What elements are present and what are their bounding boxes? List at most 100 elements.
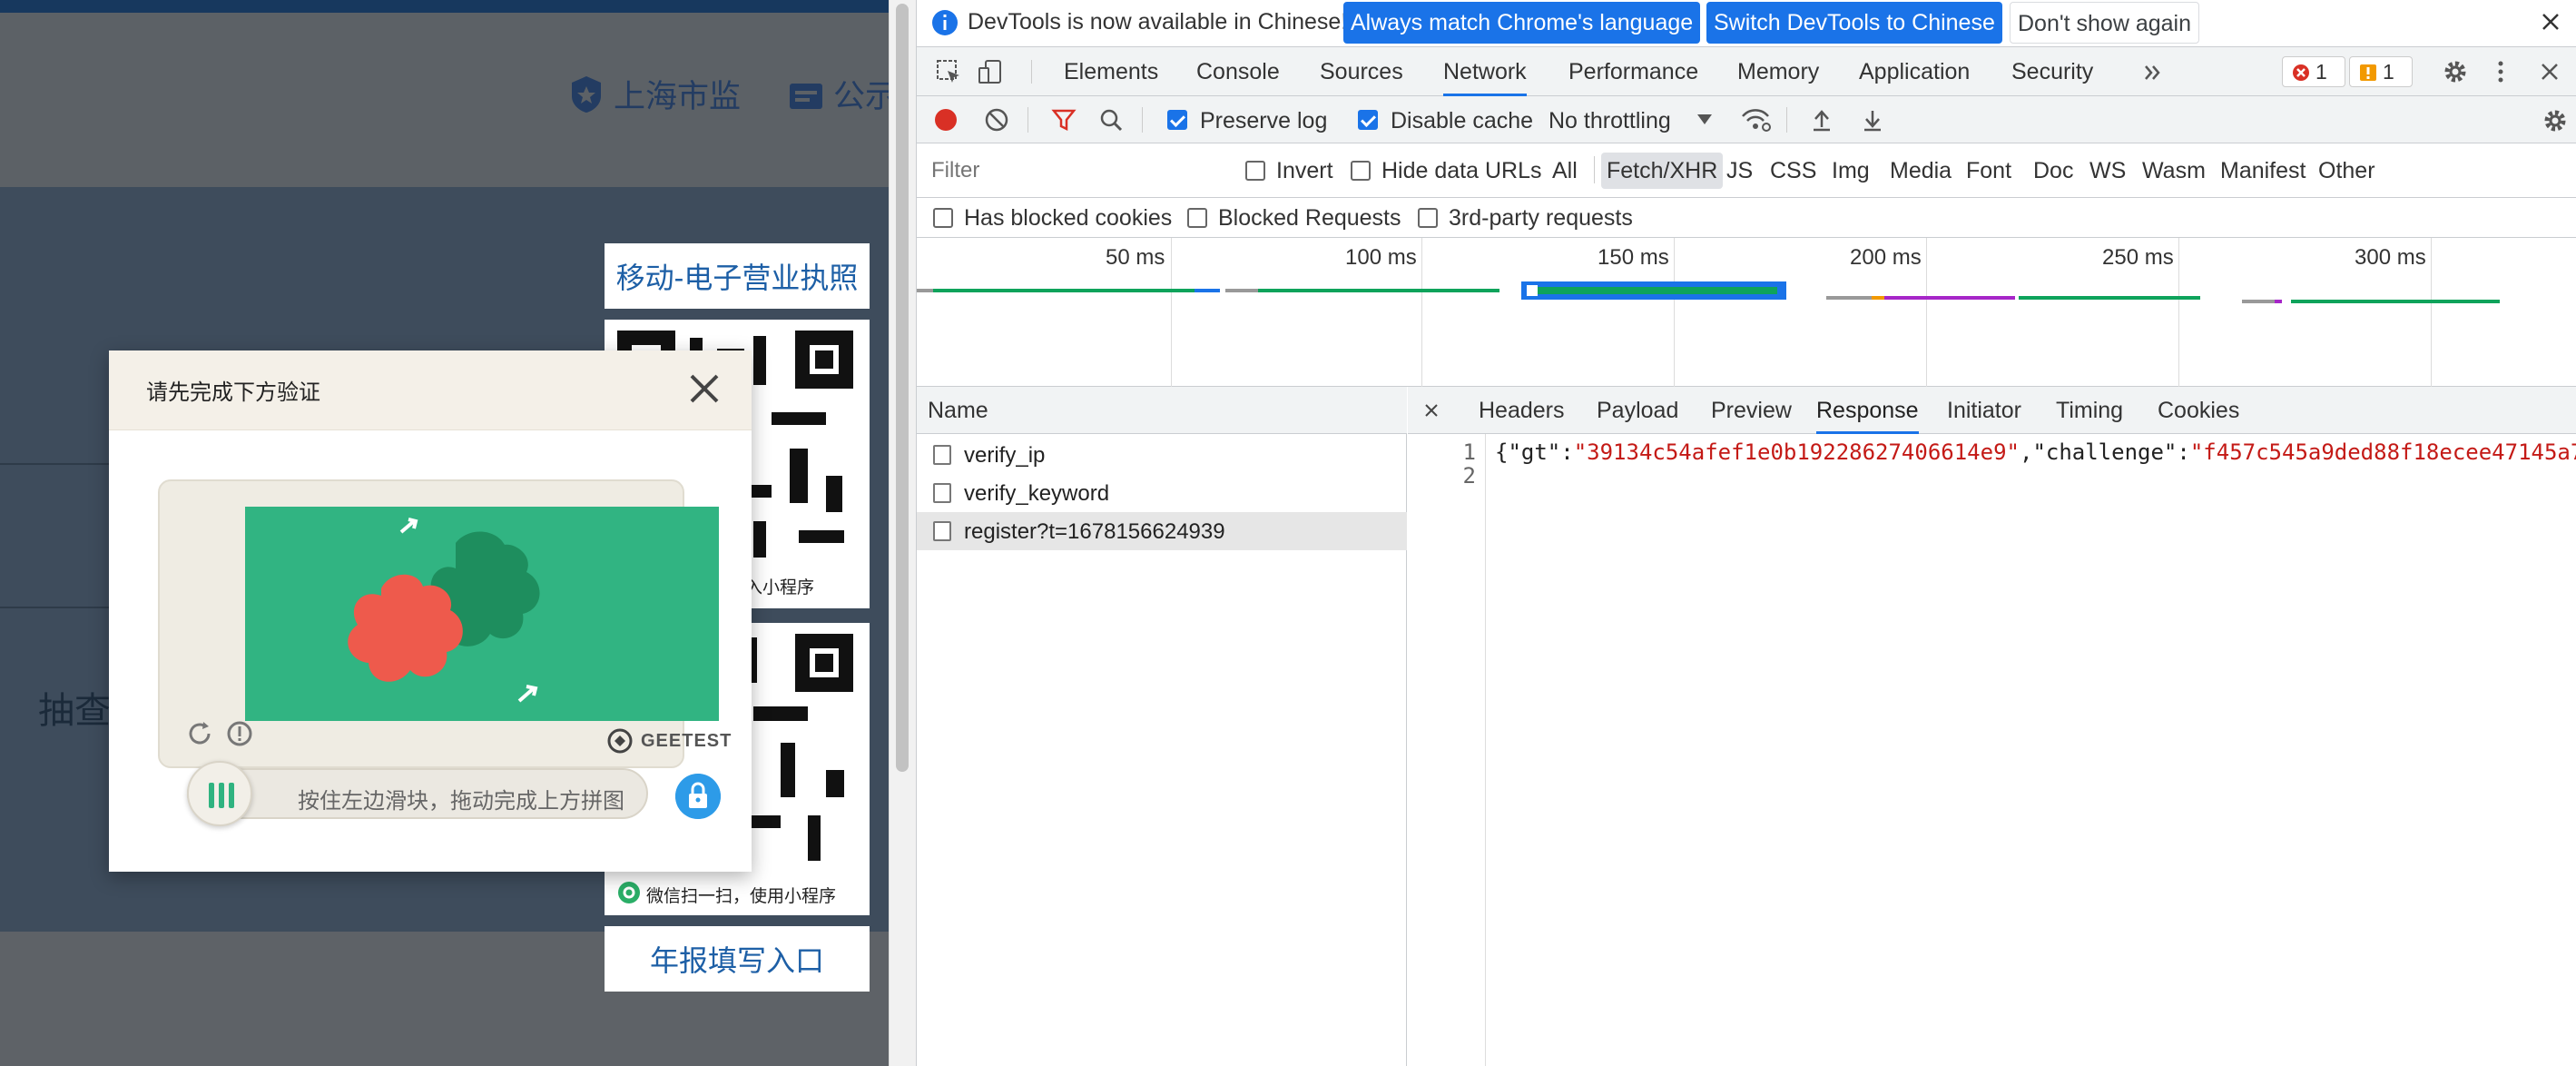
filter-type-media[interactable]: Media <box>1884 153 1957 189</box>
tab-security[interactable]: Security <box>2011 47 2093 96</box>
close-devtools-icon[interactable] <box>2540 62 2560 82</box>
invert-checkbox[interactable] <box>1245 161 1265 181</box>
timeline-bar <box>1826 296 1872 300</box>
mini-program-icon <box>618 882 640 903</box>
tab-preview[interactable]: Preview <box>1711 387 1792 434</box>
clear-icon[interactable] <box>984 107 1009 133</box>
import-har-icon[interactable] <box>1810 107 1834 133</box>
response-body[interactable]: 1 2 {"gt":"39134c54afef1e0b1922862740661… <box>1408 434 2576 1066</box>
timeline-bar <box>917 289 933 292</box>
inspect-element-icon[interactable] <box>935 58 962 85</box>
filter-type-wasm[interactable]: Wasm <box>2137 153 2211 189</box>
tab-console[interactable]: Console <box>1196 47 1280 96</box>
tab-elements[interactable]: Elements <box>1064 47 1158 96</box>
request-name: register?t=1678156624939 <box>964 519 1225 544</box>
code-line: {"gt":"39134c54afef1e0b19228627406614e9"… <box>1495 439 2576 465</box>
filter-type-ws[interactable]: WS <box>2084 153 2131 189</box>
tab-performance[interactable]: Performance <box>1568 47 1698 96</box>
more-options-icon[interactable] <box>2494 58 2507 85</box>
request-row[interactable]: verify_keyword <box>917 474 1407 512</box>
filter-type-fetch-xhr[interactable]: Fetch/XHR <box>1601 153 1724 189</box>
timeline-bar <box>1872 296 1884 300</box>
hide-data-urls-checkbox[interactable] <box>1351 161 1371 181</box>
info-icon[interactable] <box>225 719 254 748</box>
tab-application[interactable]: Application <box>1859 47 1970 96</box>
timeline-bar <box>1258 289 1499 292</box>
page-scrollbar[interactable] <box>889 0 916 1066</box>
file-icon <box>933 483 951 503</box>
has-blocked-cookies-checkbox[interactable] <box>933 208 953 228</box>
nav-link-public[interactable]: 公示 <box>786 71 889 117</box>
disable-cache-checkbox[interactable] <box>1358 110 1378 130</box>
file-icon <box>933 521 951 541</box>
filter-type-manifest[interactable]: Manifest <box>2215 153 2311 189</box>
more-tabs-icon[interactable] <box>2142 62 2164 84</box>
filter-type-js[interactable]: JS <box>1721 153 1758 189</box>
chevron-down-icon[interactable] <box>1697 114 1712 125</box>
request-row-selected[interactable]: register?t=1678156624939 <box>917 512 1407 550</box>
network-settings-gear-icon[interactable] <box>2542 107 2569 134</box>
network-conditions-icon[interactable] <box>1741 107 1772 133</box>
filter-type-other[interactable]: Other <box>2313 153 2381 189</box>
selection-handle[interactable] <box>1527 285 1538 296</box>
blocked-requests-label: Blocked Requests <box>1218 205 1401 231</box>
error-badge[interactable]: 1 <box>2282 56 2345 87</box>
tick-label: 250 ms <box>2102 245 2174 270</box>
close-icon[interactable] <box>1424 403 1439 418</box>
page-nav-band <box>0 13 889 187</box>
name-header-label: Name <box>928 398 988 423</box>
filter-icon[interactable] <box>1051 107 1077 133</box>
tab-sources[interactable]: Sources <box>1320 47 1403 96</box>
tab-network[interactable]: Network <box>1443 47 1527 96</box>
record-icon[interactable] <box>933 107 959 133</box>
name-column-header[interactable]: Name <box>917 387 1407 434</box>
network-overview-timeline[interactable]: 50 ms 100 ms 150 ms 200 ms 250 ms 300 ms <box>917 238 2576 387</box>
annual-report-link[interactable]: 年报填写入口 <box>605 926 870 992</box>
request-row[interactable]: verify_ip <box>917 436 1407 474</box>
third-party-label: 3rd-party requests <box>1449 205 1633 231</box>
slider-knob[interactable] <box>187 761 252 826</box>
nav-link-shanghai[interactable]: 上海市监 <box>566 71 741 117</box>
tab-timing[interactable]: Timing <box>2056 387 2123 434</box>
always-match-language-button[interactable]: Always match Chrome's language <box>1343 2 1701 44</box>
throttling-select[interactable]: No throttling <box>1549 108 1671 134</box>
close-icon[interactable] <box>686 370 723 407</box>
captcha-dialog: 请先完成下方验证 GEETEST 按住左边滑块，拖动完成上方拼图 <box>109 350 752 872</box>
preserve-log-checkbox[interactable] <box>1167 110 1187 130</box>
error-count: 1 <box>2315 60 2327 84</box>
document-icon <box>790 83 822 109</box>
refresh-icon[interactable] <box>185 719 214 748</box>
filter-type-img[interactable]: Img <box>1826 153 1875 189</box>
filter-type-font[interactable]: Font <box>1961 153 2017 189</box>
search-icon[interactable] <box>1098 107 1124 133</box>
slider-track[interactable]: 按住左边滑块，拖动完成上方拼图 <box>187 768 648 819</box>
filter-bar: Invert Hide data URLs All Fetch/XHR JS C… <box>917 143 2576 198</box>
tab-response[interactable]: Response <box>1816 387 1919 434</box>
timeline-bar <box>1225 289 1258 292</box>
filter-type-doc[interactable]: Doc <box>2028 153 2079 189</box>
json-string: "f457c545a9ded88f18ecee47145a7 <box>2189 439 2576 465</box>
settings-gear-icon[interactable] <box>2442 58 2469 85</box>
tab-headers[interactable]: Headers <box>1479 387 1565 434</box>
export-har-icon[interactable] <box>1861 107 1884 133</box>
third-party-checkbox[interactable] <box>1418 208 1438 228</box>
divider <box>1786 107 1787 133</box>
disable-cache-label: Disable cache <box>1391 108 1534 133</box>
tab-cookies[interactable]: Cookies <box>2158 387 2239 434</box>
warning-badge[interactable]: 1 <box>2349 56 2413 87</box>
close-icon[interactable] <box>2540 11 2561 33</box>
filter-type-all[interactable]: All <box>1547 153 1583 189</box>
tab-memory[interactable]: Memory <box>1737 47 1819 96</box>
dont-show-again-button[interactable]: Don't show again <box>2010 2 2200 44</box>
json-key: "challenge" <box>2032 439 2178 465</box>
blocked-requests-checkbox[interactable] <box>1187 208 1207 228</box>
mobile-license-title[interactable]: 移动-电子营业执照 <box>605 243 870 309</box>
scrollbar-thumb[interactable] <box>896 4 909 772</box>
switch-to-chinese-button[interactable]: Switch DevTools to Chinese <box>1706 2 2002 44</box>
line-gutter: 1 2 <box>1408 434 1486 1066</box>
device-toolbar-icon[interactable] <box>977 58 1004 85</box>
filter-type-css[interactable]: CSS <box>1765 153 1822 189</box>
tab-initiator[interactable]: Initiator <box>1947 387 2021 434</box>
tab-payload[interactable]: Payload <box>1597 387 1678 434</box>
filter-input[interactable] <box>926 153 1225 189</box>
